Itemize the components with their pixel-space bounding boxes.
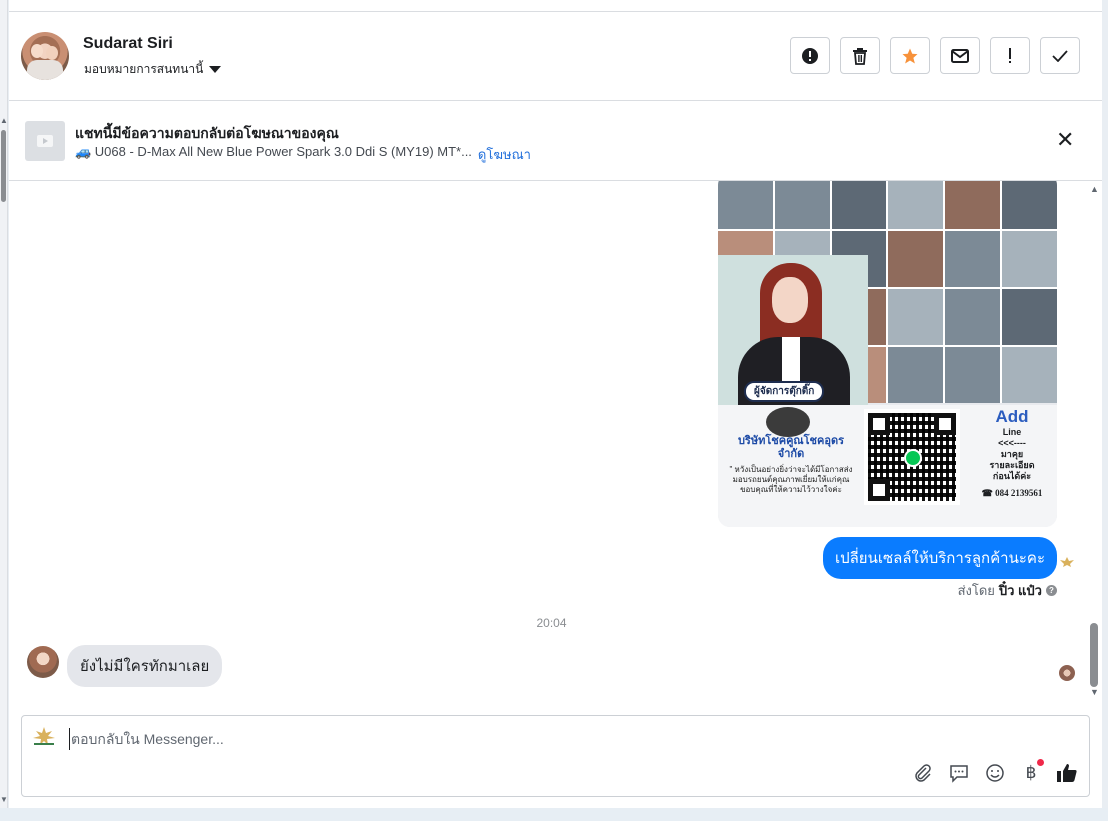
incoming-message[interactable]: ยังไม่มีใครทักมาเลย <box>67 645 223 687</box>
scroll-down-arrow-icon[interactable]: ▼ <box>1090 687 1099 697</box>
assign-label: มอบหมายการสนทนานี้ <box>84 62 204 76</box>
alert-circle-icon <box>802 47 818 64</box>
envelope-icon <box>951 48 969 63</box>
conversation-header: Sudarat Siri มอบหมายการสนทนานี้ <box>9 12 1102 101</box>
thread-scrollbar[interactable]: ▲ ▼ <box>1087 181 1101 707</box>
ad-thumbnail[interactable] <box>25 121 65 161</box>
poster-arrow: <<<---- <box>998 438 1026 448</box>
image-attachment[interactable]: ผู้จัดการตุ๊กติ๊ก บริษัทโชคคูณโชคอุดร จำ… <box>718 181 1057 527</box>
reply-input[interactable] <box>69 728 669 750</box>
message-timestamp: 20:04 <box>536 616 567 630</box>
star-icon <box>902 48 918 63</box>
poster-phone: ☎ 084 2139561 <box>981 488 1043 498</box>
check-icon <box>1052 49 1068 62</box>
sent-by-name: ปิ๋ว แป๋ว <box>998 583 1042 598</box>
help-icon[interactable]: ? <box>1046 585 1057 596</box>
thumbs-up-icon[interactable] <box>1056 762 1078 784</box>
left-scrollbar[interactable]: ▲ ▼ <box>0 0 8 821</box>
caret-down-icon <box>209 66 222 73</box>
company-logo <box>766 407 810 437</box>
reply-composer: ฿ <box>21 715 1090 797</box>
scroll-down-arrow-icon[interactable]: ▼ <box>0 795 8 804</box>
poster-line: Line <box>1002 427 1022 437</box>
video-icon <box>37 135 53 147</box>
thread-scroll-thumb[interactable] <box>1090 623 1098 687</box>
page-logo-seen-icon <box>1060 557 1074 567</box>
poster-talk-3: ก่อนได้ค่ะ <box>992 471 1032 481</box>
read-receipt-avatar <box>1059 665 1075 681</box>
line-app-icon <box>904 449 922 467</box>
saved-reply-icon[interactable] <box>948 762 970 784</box>
sent-by-prefix: ส่งโดย <box>957 583 995 598</box>
poster-add: Add <box>995 407 1029 426</box>
exclamation-icon <box>1009 47 1011 63</box>
close-icon[interactable]: ✕ <box>1056 129 1074 151</box>
poster-talk-2: รายละเอียด <box>989 460 1035 470</box>
poster-badge: ผู้จัดการตุ๊กติ๊ก <box>744 381 825 402</box>
paperclip-icon[interactable] <box>912 762 934 784</box>
contact-avatar-small[interactable] <box>27 646 59 678</box>
message-thread[interactable]: ผู้จัดการตุ๊กติ๊ก บริษัทโชคคูณโชคอุดร จำ… <box>9 181 1102 707</box>
assign-conversation-dropdown[interactable]: มอบหมายการสนทนานี้ <box>84 60 222 79</box>
contact-name[interactable]: Sudarat Siri <box>83 35 173 53</box>
mark-unread-button[interactable] <box>940 37 980 74</box>
poster-phone-number: 084 2139561 <box>995 488 1043 498</box>
baht-payment-icon[interactable]: ฿ <box>1020 759 1044 784</box>
page-logo-icon <box>33 727 55 745</box>
qr-code-icon <box>864 409 960 505</box>
poster-slogan: " หวังเป็นอย่างยิ่งว่าจะได้มีโอกาสส่งมอบ… <box>729 465 853 494</box>
notification-dot <box>1037 759 1044 766</box>
scroll-up-arrow-icon[interactable]: ▲ <box>1090 184 1099 194</box>
mark-done-button[interactable] <box>1040 37 1080 74</box>
ad-details: 🚙 U068 - D-Max All New Blue Power Spark … <box>75 144 531 165</box>
composer-tools: ฿ <box>912 759 1078 784</box>
report-spam-button[interactable] <box>790 37 830 74</box>
follow-up-button[interactable] <box>990 37 1030 74</box>
outgoing-message[interactable]: เปลี่ยนเซลล์ให้บริการลูกค้านะคะ <box>822 537 1057 579</box>
window-bottom-edge <box>0 808 1108 821</box>
view-ad-link[interactable]: ดูโฆษณา <box>478 144 531 165</box>
ad-reply-banner: แชทนี้มีข้อความตอบกลับต่อโฆษณาของคุณ 🚙 U… <box>9 101 1102 181</box>
left-scroll-thumb[interactable] <box>1 130 6 202</box>
contact-avatar[interactable] <box>21 32 69 80</box>
ad-name: 🚙 U068 - D-Max All New Blue Power Spark … <box>75 144 472 159</box>
delete-button[interactable] <box>840 37 880 74</box>
ad-banner-title: แชทนี้มีข้อความตอบกลับต่อโฆษณาของคุณ <box>75 125 339 141</box>
scroll-up-arrow-icon[interactable]: ▲ <box>0 116 8 125</box>
poster-company: บริษัทโชคคูณโชคอุดร จำกัด <box>737 435 845 460</box>
star-button[interactable] <box>890 37 930 74</box>
header-actions <box>790 37 1080 74</box>
emoji-icon[interactable] <box>984 762 1006 784</box>
sent-by-label: ส่งโดย ปิ๋ว แป๋ว ? <box>958 580 1057 601</box>
conversation-panel: Sudarat Siri มอบหมายการสนทนานี้ แชทนี้มี… <box>9 0 1102 808</box>
poster-add-line: Add Line <<<---- มาคุย รายละเอียด ก่อนได… <box>970 405 1054 515</box>
trash-icon <box>853 47 867 65</box>
poster-talk-1: มาคุย <box>1000 449 1024 459</box>
